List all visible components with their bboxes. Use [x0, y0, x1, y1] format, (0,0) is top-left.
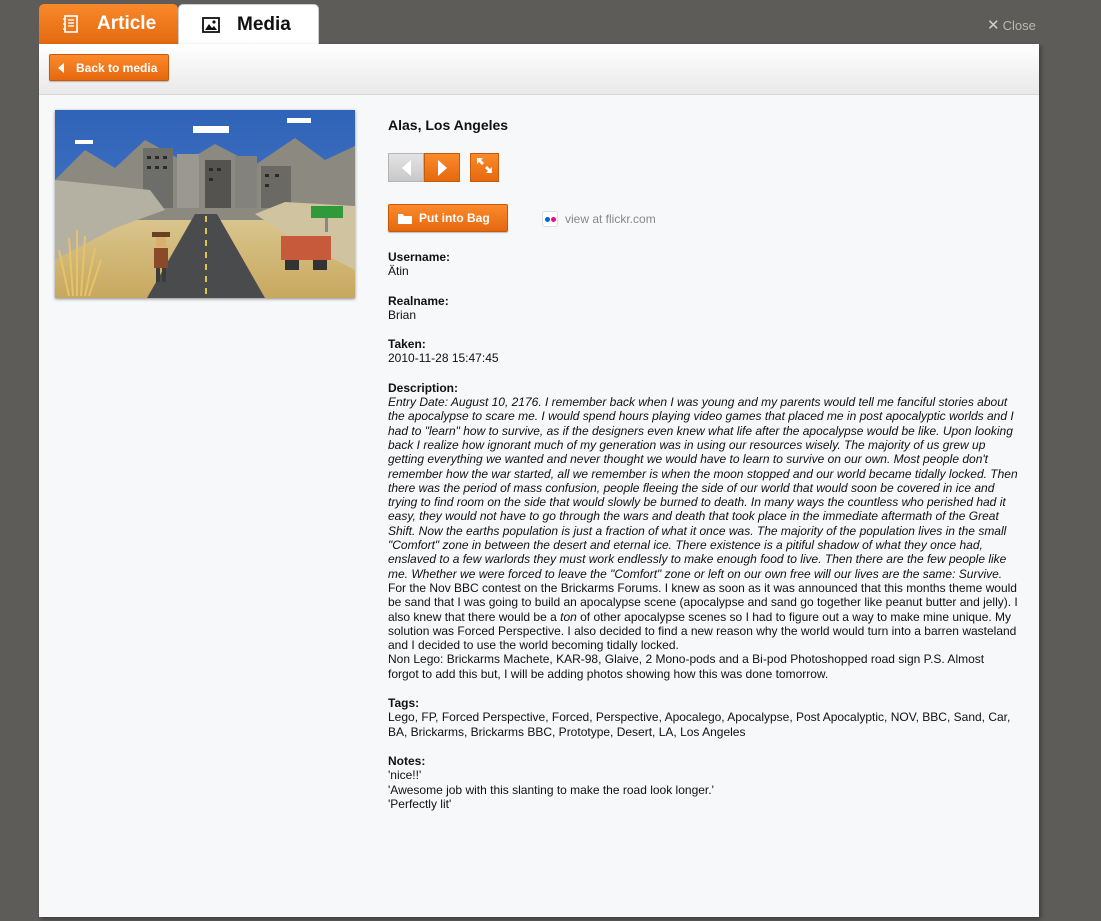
previous-button[interactable]: [388, 153, 424, 182]
realname-value: Brian: [388, 307, 417, 322]
note-item: 'nice!!': [388, 768, 422, 783]
arrow-left-icon: [58, 62, 64, 73]
expand-button[interactable]: [470, 153, 499, 182]
description-emphasis: ton: [560, 609, 577, 624]
taken-value: 2010-11-28 15:47:45: [388, 351, 499, 366]
notes-label: Notes:: [388, 753, 426, 768]
tab-media[interactable]: Media: [178, 4, 319, 45]
arrow-right-icon: [437, 159, 447, 176]
notebook-icon: [61, 14, 81, 34]
description-field: Description: Entry Date: August 10, 2176…: [388, 381, 1018, 681]
tab-media-label: Media: [237, 14, 291, 35]
flickr-icon: [542, 211, 558, 227]
tab-article-label: Article: [97, 13, 157, 34]
expand-icon: [476, 157, 493, 179]
flickr-label: view at flickr.com: [565, 212, 656, 226]
note-item: 'Perfectly lit': [388, 796, 452, 811]
photo-thumbnail[interactable]: [55, 110, 355, 298]
username-label: Username:: [388, 250, 451, 264]
description-text: Entry Date: August 10, 2176. I remember …: [388, 395, 1018, 681]
flickr-link[interactable]: view at flickr.com: [542, 211, 656, 227]
tags-label: Tags:: [388, 696, 420, 711]
description-story: Entry Date: August 10, 2176. I remember …: [388, 395, 1018, 581]
put-into-bag-label: Put into Bag: [419, 211, 490, 225]
back-to-media-button[interactable]: Back to media: [49, 54, 169, 81]
close-label: Close: [1002, 17, 1036, 33]
note-item: 'Awesome job with this slanting to make …: [388, 782, 714, 797]
description-label: Description:: [388, 380, 459, 395]
realname-field: Realname: Brian: [388, 294, 1018, 323]
notes-field: Notes: 'nice!!' 'Awesome job with this s…: [388, 754, 1018, 811]
back-to-media-label: Back to media: [76, 60, 158, 75]
close-icon: ✕: [987, 17, 1000, 34]
arrow-left-icon: [401, 159, 411, 176]
taken-label: Taken:: [388, 337, 426, 352]
tags-field: Tags: Lego, FP, Forced Perspective, Forc…: [388, 696, 1018, 739]
realname-label: Realname:: [388, 293, 449, 308]
image-icon: [201, 15, 221, 35]
description-non-lego: Non Lego: Brickarms Machete, KAR-98, Gla…: [388, 652, 985, 681]
tags-value: Lego, FP, Forced Perspective, Forced, Pe…: [388, 710, 1011, 739]
tab-article[interactable]: Article: [39, 4, 178, 44]
photo-title: Alas, Los Angeles: [388, 117, 509, 133]
media-panel: Back to media Alas, Los Angeles Put into…: [39, 44, 1039, 917]
metadata-fields: Username: Ätin Realname: Brian Taken: 20…: [388, 250, 1018, 826]
toolbar: Back to media: [39, 44, 1039, 95]
next-button[interactable]: [424, 153, 460, 182]
close-button[interactable]: ✕ Close: [987, 16, 1036, 34]
put-into-bag-button[interactable]: Put into Bag: [388, 204, 508, 232]
taken-field: Taken: 2010-11-28 15:47:45: [388, 337, 1018, 366]
username-field: Username: Ätin: [388, 250, 1018, 279]
username-value: Ätin: [388, 264, 409, 279]
folder-icon: [397, 212, 413, 225]
